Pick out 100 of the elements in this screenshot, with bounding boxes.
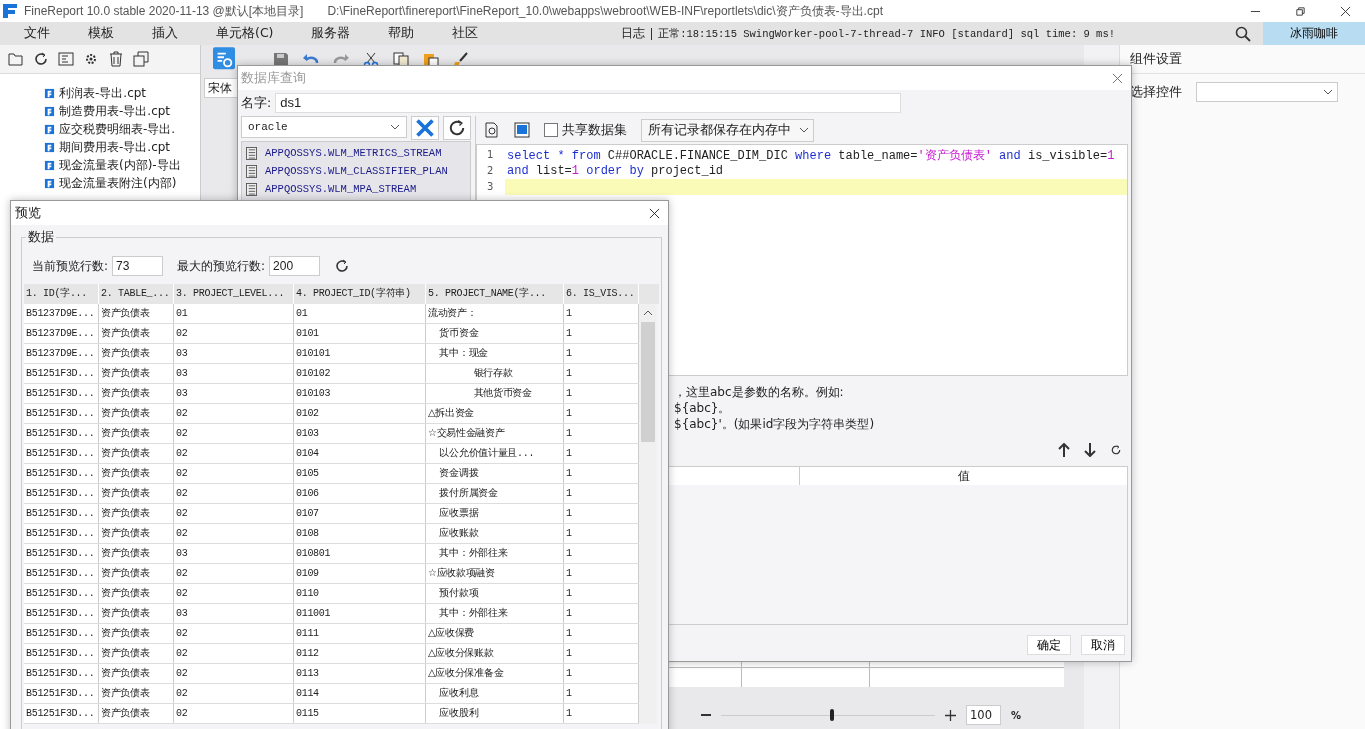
table-cell: B51251F3D... <box>24 404 99 423</box>
caret-icon <box>799 127 809 133</box>
field-label: 最大的预览行数: <box>177 257 266 275</box>
menu-item[interactable]: 文件 <box>24 25 50 42</box>
table-cell: 资产负债表 <box>99 344 174 363</box>
up-arrow-icon[interactable] <box>1058 443 1070 457</box>
table-cell: 0112 <box>294 644 426 663</box>
menu-item[interactable]: 帮助 <box>388 25 415 42</box>
refresh-icon[interactable] <box>33 51 49 67</box>
table-cell: △应收分保准备金 <box>426 664 564 683</box>
close-icon[interactable] <box>1340 5 1351 17</box>
user-button[interactable]: 冰雨咖啡 <box>1263 22 1365 45</box>
table-cell: 其中：外部往来 <box>426 604 564 623</box>
new-folder-icon[interactable] <box>8 51 24 67</box>
table-cell: 资产负债表 <box>99 464 174 483</box>
table-cell: 02 <box>174 644 294 663</box>
table-cell: 010102 <box>294 364 426 383</box>
table-cell: 0105 <box>294 464 426 483</box>
tree-item[interactable]: 期间费用表-导出.cpt <box>44 138 200 156</box>
copy-icon[interactable] <box>133 51 149 67</box>
app-logo-icon <box>2 3 18 19</box>
window-title: FineReport 10.0 stable 2020-11-13 @默认[本地目录] <box>24 2 304 20</box>
table-item[interactable]: APPQOSSYS.WLM_CLASSIFIER_PLAN <box>242 162 470 180</box>
table-cell: 03 <box>174 344 294 363</box>
menu-item[interactable]: 模板 <box>88 25 114 42</box>
scroll-thumb[interactable] <box>641 322 655 442</box>
file-name: 制造费用表-导出.cpt <box>59 102 171 120</box>
table-cell: 资产负债表 <box>99 624 174 643</box>
down-arrow-icon[interactable] <box>1084 443 1096 457</box>
table-cell: B51251F3D... <box>24 484 99 503</box>
row-count-field[interactable]: 73 <box>112 256 164 276</box>
refresh-icon[interactable] <box>334 258 351 274</box>
log-message: 正常:18:15:15 SwingWorker-pool-7-thread-7 INFO [standard] sql time: 9 ms! <box>658 26 1115 41</box>
menu-item[interactable]: 服务器 <box>311 25 351 42</box>
table-icon <box>246 164 257 178</box>
table-cell: 资产负债表 <box>99 544 174 563</box>
table-cell: B51251F3D... <box>24 364 99 383</box>
tree-item[interactable]: 利润表-导出.cpt <box>44 84 200 102</box>
max-rows-field[interactable]: 200 <box>269 256 321 276</box>
log-label[interactable]: 日志 <box>621 25 646 42</box>
table-item[interactable]: APPQOSSYS.WLM_MPA_STREAM <box>242 180 470 198</box>
delete-icon[interactable] <box>108 51 124 67</box>
file-name: 现金流量表(内部)-导出 <box>59 156 181 174</box>
table-cell: 资金调拨 <box>426 464 564 483</box>
share-checkbox[interactable]: 共享数据集 <box>544 121 627 139</box>
file-name: 应交税费明细表-导出. <box>59 120 176 138</box>
help-text: ${abc}'。(如果id字段为字符串类型) <box>674 416 876 432</box>
menu-item[interactable]: 社区 <box>452 25 479 42</box>
table-cell: B51251F3D... <box>24 444 99 463</box>
tree-item[interactable]: 现金流量表(内部)-导出 <box>44 156 200 174</box>
restore-icon[interactable] <box>1295 5 1306 17</box>
table-cell: B51251F3D... <box>24 644 99 663</box>
dataset-icon[interactable] <box>514 122 530 138</box>
refresh-icon[interactable] <box>1110 443 1122 457</box>
dialog-button[interactable]: 取消 <box>1081 635 1125 655</box>
table-cell: B51251F3D... <box>24 564 99 583</box>
report-file-icon <box>44 87 55 99</box>
table-cell: 资产负债表 <box>99 504 174 523</box>
connection-select[interactable]: oracle <box>241 116 407 138</box>
scrollbar[interactable] <box>639 304 657 724</box>
file-name: 现金流量表附注(内部) <box>59 174 177 192</box>
name-field[interactable]: ds1 <box>275 93 902 113</box>
table-cell: 0114 <box>294 684 426 703</box>
table-cell: 0115 <box>294 704 426 723</box>
search-icon[interactable] <box>1235 25 1251 42</box>
table-cell: △拆出资金 <box>426 404 564 423</box>
table-cell: 01 <box>174 304 294 323</box>
table-cell: 02 <box>174 584 294 603</box>
table-cell: 0107 <box>294 504 426 523</box>
menu-item[interactable]: 插入 <box>152 25 178 42</box>
close-icon[interactable] <box>649 207 660 219</box>
preview-icon[interactable] <box>484 122 500 138</box>
file-name: 利润表-导出.cpt <box>59 84 147 102</box>
table-item[interactable]: APPQOSSYS.WLM_METRICS_STREAM <box>242 144 470 162</box>
table-cell: B51251F3D... <box>24 384 99 403</box>
tree-item[interactable]: 应交税费明细表-导出. <box>44 120 200 138</box>
scroll-up-icon[interactable] <box>643 310 653 316</box>
table-cell: 资产负债表 <box>99 404 174 423</box>
document-icon[interactable] <box>58 51 74 67</box>
table-cell: 02 <box>174 464 294 483</box>
storage-select[interactable]: 所有记录都保存在内存中 <box>641 118 814 142</box>
table-cell: 0113 <box>294 664 426 683</box>
table-cell: B51251F3D... <box>24 704 99 723</box>
table-cell: 03 <box>174 364 294 383</box>
zoom-in-icon[interactable] <box>945 709 956 721</box>
table-cell: 02 <box>174 484 294 503</box>
table-cell: B51251F3D... <box>24 684 99 703</box>
zoom-field[interactable]: 100 <box>966 705 1001 725</box>
refresh-icon[interactable] <box>443 116 471 140</box>
table-cell: 应收利息 <box>426 684 564 703</box>
table-cell: 03 <box>174 604 294 623</box>
tree-item[interactable]: 现金流量表附注(内部) <box>44 174 200 192</box>
caret-icon <box>390 124 400 130</box>
menu-item[interactable]: 单元格(C) <box>216 25 274 42</box>
table-cell: 资产负债表 <box>99 704 174 723</box>
dialog-button[interactable]: 确定 <box>1027 635 1071 655</box>
field-label: 当前预览行数: <box>32 257 109 275</box>
table-cell: ☆应收款项融资 <box>426 564 564 583</box>
tree-item[interactable]: 制造费用表-导出.cpt <box>44 102 200 120</box>
table-cell: 010101 <box>294 344 426 363</box>
